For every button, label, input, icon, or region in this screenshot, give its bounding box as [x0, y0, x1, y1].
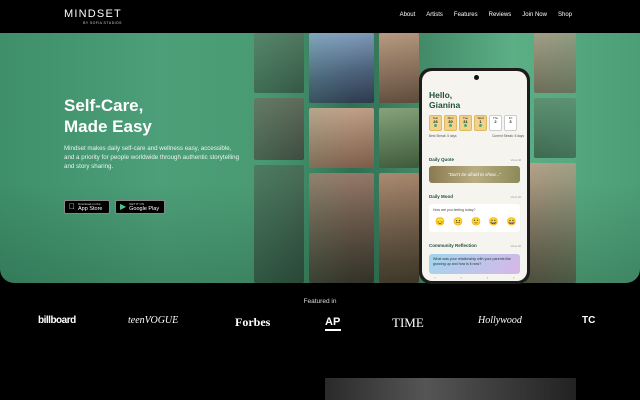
- day-cell: Fri 3: [504, 115, 517, 131]
- nav-link-join-now[interactable]: Join Now: [522, 12, 547, 18]
- check-icon: [449, 124, 452, 127]
- view-all-link[interactable]: View All: [511, 244, 521, 248]
- time-logo: TIME: [392, 315, 424, 330]
- app-store-button[interactable]:  Download on the App Store: [64, 200, 110, 214]
- daily-mood-title: Daily Mood: [429, 194, 454, 199]
- journal-tab-icon[interactable]: ▪: [487, 275, 488, 281]
- phone-screen: Hello, Gianina Sun 26 Mon 30 Tue 31 Wed 1 Th…: [422, 71, 527, 281]
- nav-link-reviews[interactable]: Reviews: [489, 12, 512, 18]
- day-cell: Thu 2: [489, 115, 502, 131]
- explore-tab-icon[interactable]: ▪: [461, 275, 462, 281]
- phone-mockup: Hello, Gianina Sun 26 Mon 30 Tue 31 Wed 1 Th…: [419, 68, 530, 284]
- ap-logo: AP: [325, 316, 341, 331]
- nav-links: About Artists Features Reviews Join Now …: [389, 12, 572, 18]
- mood-sad-icon[interactable]: 😞: [435, 217, 445, 226]
- home-tab-icon[interactable]: ▪: [434, 275, 435, 281]
- camera-icon: [474, 75, 479, 80]
- brand-logo[interactable]: MINDSET BY SOFIA STUDIOS: [64, 8, 122, 26]
- mood-ok-icon[interactable]: 🙂: [471, 217, 481, 226]
- day-cell: Wed 1: [474, 115, 487, 131]
- community-reflection-title: Community Reflection: [429, 243, 477, 248]
- mood-great-icon[interactable]: 😄: [507, 217, 517, 226]
- billboard-logo: billboard: [38, 315, 76, 326]
- techcrunch-logo: TC: [582, 315, 596, 326]
- streak-info: Best Streak: 5 days Current Streak: 5 da…: [429, 134, 524, 138]
- featured-label: Featured in: [303, 298, 337, 305]
- mood-card: How are you feeling today? 😞 😐 🙂 😀 😄: [429, 204, 520, 232]
- nav-link-artists[interactable]: Artists: [426, 12, 443, 18]
- profile-tab-icon[interactable]: ▪: [513, 275, 514, 281]
- mood-options: 😞 😐 🙂 😀 😄: [435, 217, 517, 226]
- google-play-icon: ▶: [120, 202, 127, 211]
- day-cell: Tue 31: [459, 115, 472, 131]
- check-icon: [464, 124, 467, 127]
- greeting: Hello, Gianina: [429, 90, 461, 110]
- week-tracker: Sun 26 Mon 30 Tue 31 Wed 1 Thu 2 Fri 3: [429, 115, 517, 131]
- brand-sub: BY SOFIA STUDIOS: [83, 21, 122, 25]
- daily-quote-title: Daily Quote: [429, 157, 455, 162]
- brand-name: MINDSET: [64, 8, 122, 20]
- nav-link-about[interactable]: About: [400, 12, 416, 18]
- day-cell: Sun 26: [429, 115, 442, 131]
- check-icon: [479, 124, 482, 127]
- apple-icon: : [69, 203, 75, 211]
- google-play-button[interactable]: ▶ GET IT ON Google Play: [115, 200, 165, 214]
- day-cell: Mon 30: [444, 115, 457, 131]
- hero-description: Mindset makes daily self-care and wellne…: [64, 145, 240, 171]
- forbes-logo: Forbes: [235, 315, 271, 329]
- view-all-link[interactable]: View All: [511, 195, 521, 199]
- view-all-link[interactable]: View All: [511, 158, 521, 162]
- nav-link-shop[interactable]: Shop: [558, 12, 572, 18]
- phone-tab-bar: ▪ ▪ ▪ ▪: [422, 275, 527, 281]
- top-nav: MINDSET BY SOFIA STUDIOS About Artists F…: [0, 0, 640, 33]
- hollywood-reporter-logo: Hollywood: [478, 315, 522, 326]
- mood-question: How are you feeling today?: [433, 208, 476, 212]
- mood-happy-icon[interactable]: 😀: [489, 217, 499, 226]
- check-icon: [434, 124, 437, 127]
- hero-section: Self-Care, Made Easy Mindset makes daily…: [0, 33, 640, 283]
- hero-title: Self-Care, Made Easy: [64, 96, 152, 136]
- quote-card[interactable]: "Don't be afraid to show...": [429, 166, 520, 183]
- reflection-card[interactable]: What was your relationship with your par…: [429, 254, 520, 274]
- video-thumbnail[interactable]: [325, 378, 576, 400]
- mood-neutral-icon[interactable]: 😐: [453, 217, 463, 226]
- nav-link-features[interactable]: Features: [454, 12, 478, 18]
- teen-vogue-logo: teenVOGUE: [128, 315, 179, 326]
